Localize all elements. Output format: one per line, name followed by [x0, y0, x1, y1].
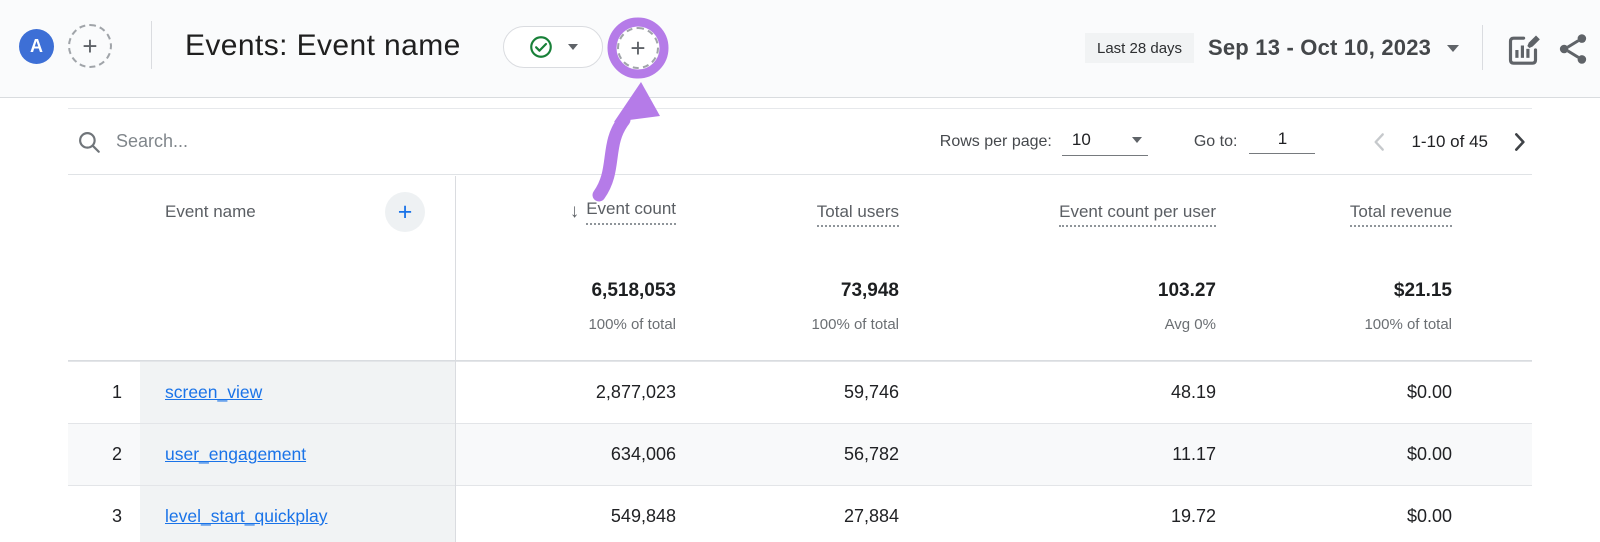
date-range-text: Sep 13 - Oct 10, 2023: [1208, 35, 1431, 61]
search-box[interactable]: [76, 129, 416, 155]
add-comparison-button[interactable]: +: [68, 24, 112, 68]
column-divider: [455, 176, 456, 542]
toolbar-controls: Rows per page: 10 Go to: 1-10 of 45: [940, 109, 1532, 174]
total-revenue-cell: $0.00: [1230, 506, 1532, 527]
total-revenue-cell: $0.00: [1230, 444, 1532, 465]
column-header-event-count-per-user[interactable]: Event count per user: [915, 202, 1230, 222]
date-range-selector[interactable]: Sep 13 - Oct 10, 2023: [1208, 30, 1459, 66]
event-link[interactable]: screen_view: [165, 382, 262, 403]
total-users-cell: 59,746: [690, 382, 915, 403]
total-total-revenue: $21.15 100% of total: [1230, 280, 1532, 360]
table-row: 3 level_start_quickplay 549,848 27,884 1…: [68, 485, 1532, 542]
goto-page-input[interactable]: [1249, 129, 1315, 154]
event-link[interactable]: user_engagement: [165, 444, 306, 465]
table-toolbar: Rows per page: 10 Go to: 1-10 of 45: [68, 108, 1532, 175]
total-users-cell: 27,884: [690, 506, 915, 527]
rows-per-page-label: Rows per page:: [940, 133, 1052, 151]
share-button[interactable]: [1552, 30, 1594, 68]
search-input[interactable]: [116, 131, 416, 152]
event-count-per-user-cell: 48.19: [915, 382, 1230, 403]
top-header-bar: A + Events: Event name + Last 28 days Se…: [0, 0, 1600, 98]
event-count-per-user-cell: 11.17: [915, 444, 1230, 465]
total-total-users: 73,948 100% of total: [690, 280, 915, 360]
header-divider: [1482, 25, 1483, 70]
header-divider: [151, 21, 152, 69]
total-users-cell: 56,782: [690, 444, 915, 465]
plus-icon: +: [630, 35, 645, 61]
avatar[interactable]: A: [19, 29, 54, 64]
column-header-total-users[interactable]: Total users: [690, 202, 915, 222]
event-count-cell: 634,006: [455, 444, 690, 465]
event-count-cell: 549,848: [455, 506, 690, 527]
caret-down-icon: [1447, 45, 1459, 52]
event-name-cell: level_start_quickplay: [140, 486, 455, 542]
rows-per-page-select[interactable]: 10: [1062, 128, 1148, 156]
pagination: 1-10 of 45: [1367, 129, 1532, 155]
prev-page-button[interactable]: [1367, 129, 1393, 155]
total-event-count-per-user: 103.27 Avg 0%: [915, 280, 1230, 360]
column-header-total-revenue[interactable]: Total revenue: [1230, 202, 1532, 222]
caret-down-icon: [568, 44, 578, 50]
row-number: 2: [68, 444, 140, 465]
row-number: 3: [68, 506, 140, 527]
event-count-per-user-cell: 19.72: [915, 506, 1230, 527]
event-link[interactable]: level_start_quickplay: [165, 506, 327, 527]
customize-report-button[interactable]: [1502, 28, 1544, 70]
event-name-header-label: Event name: [165, 202, 256, 222]
pagination-range: 1-10 of 45: [1411, 132, 1488, 152]
rows-per-page-value: 10: [1072, 130, 1091, 150]
total-revenue-cell: $0.00: [1230, 382, 1532, 403]
event-count-cell: 2,877,023: [455, 382, 690, 403]
column-header-event-count[interactable]: ↓ Event count: [455, 199, 690, 225]
table-row: 2 user_engagement 634,006 56,782 11.17 $…: [68, 423, 1532, 485]
total-event-count: 6,518,053 100% of total: [455, 280, 690, 360]
chevron-right-icon: [1506, 129, 1532, 155]
report-card: Rows per page: 10 Go to: 1-10 of 45: [68, 108, 1532, 542]
date-range-badge: Last 28 days: [1085, 33, 1194, 63]
next-page-button[interactable]: [1506, 129, 1532, 155]
chart-edit-icon: [1503, 29, 1543, 69]
search-icon: [76, 129, 102, 155]
plus-icon: +: [398, 200, 413, 225]
add-column-button[interactable]: +: [385, 192, 425, 232]
report-title: Events: Event name: [185, 29, 461, 63]
goto-label: Go to:: [1194, 133, 1238, 151]
column-header-event-name: Event name +: [140, 192, 455, 232]
report-status-pill[interactable]: [503, 26, 603, 68]
table-row: 1 screen_view 2,877,023 59,746 48.19 $0.…: [68, 361, 1532, 423]
totals-row: 6,518,053 100% of total 73,948 100% of t…: [68, 249, 1532, 361]
plus-icon: +: [82, 33, 97, 59]
caret-down-icon: [1132, 137, 1142, 143]
chevron-left-icon: [1367, 129, 1393, 155]
row-number: 1: [68, 382, 140, 403]
event-name-cell: user_engagement: [140, 424, 455, 485]
sort-desc-icon: ↓: [570, 201, 580, 223]
share-icon: [1554, 30, 1592, 68]
add-report-item-button[interactable]: +: [617, 27, 659, 69]
event-name-cell: screen_view: [140, 362, 455, 423]
table-header-row: Event name + ↓ Event count Total users E…: [68, 175, 1532, 249]
check-circle-icon: [528, 34, 554, 60]
ga4-events-report: A + Events: Event name + Last 28 days Se…: [0, 0, 1600, 542]
